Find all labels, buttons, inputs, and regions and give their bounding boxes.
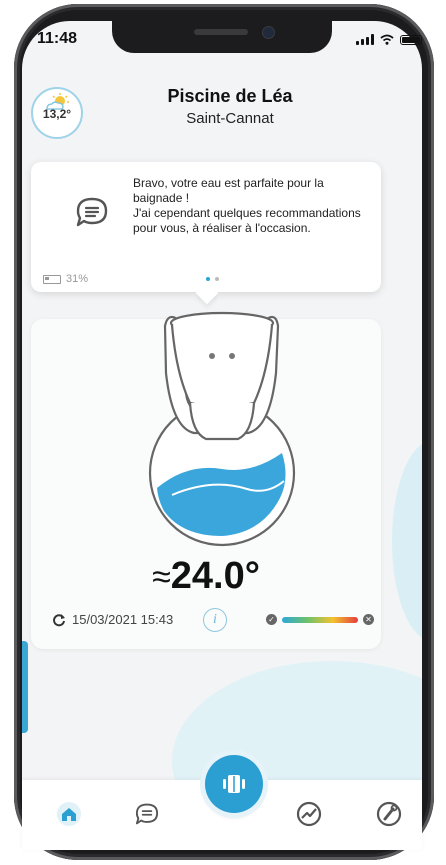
background-decoration: [392, 441, 422, 641]
pool-city: Saint-Cannat: [186, 110, 274, 127]
tab-maintenance[interactable]: [372, 797, 406, 831]
approx-symbol: ≈: [152, 558, 171, 596]
maintenance-icon: [376, 801, 402, 827]
refresh-icon[interactable]: [52, 613, 66, 627]
scale-gradient-bar: [282, 616, 358, 623]
last-update-date: 15/03/2021 15:43: [72, 612, 174, 627]
wifi-icon: [380, 34, 394, 45]
analysis-icon: [296, 801, 322, 827]
weather-badge[interactable]: 13,2°: [31, 87, 83, 139]
status-icons: [356, 34, 422, 45]
pager-dot[interactable]: [215, 277, 219, 281]
side-drawer-handle[interactable]: [22, 641, 28, 733]
cross-icon: ✕: [363, 614, 374, 625]
chat-icon: [76, 197, 108, 227]
info-button[interactable]: i: [203, 608, 227, 632]
tab-advice[interactable]: [130, 797, 164, 831]
advice-text: Bravo, votre eau est parfaite pour la ba…: [133, 176, 369, 236]
status-time: 11:48: [37, 30, 78, 47]
battery-icon: [43, 274, 61, 284]
weather-temperature: 13,2°: [42, 107, 72, 121]
pager-dots[interactable]: [206, 277, 219, 281]
camera: [262, 26, 275, 39]
battery-icon: [400, 34, 422, 45]
signal-icon: [356, 34, 374, 45]
quality-scale: ✓ ✕: [266, 614, 374, 625]
pool-name: Piscine de Léa: [167, 86, 293, 106]
temperature-value: 24.0°: [170, 555, 260, 597]
tab-analysis[interactable]: [292, 797, 326, 831]
advice-line: Bravo, votre eau est parfaite pour la ba…: [133, 176, 324, 205]
home-icon: [57, 802, 81, 826]
speaker: [194, 29, 248, 35]
sensor-battery: 31%: [43, 273, 88, 285]
water-temperature: ≈24.0°: [31, 555, 381, 598]
advice-card[interactable]: Bravo, votre eau est parfaite pour la ba…: [31, 162, 381, 292]
tab-device-button[interactable]: [205, 755, 263, 813]
last-measure[interactable]: 15/03/2021 15:43: [52, 612, 173, 627]
chat-icon: [135, 803, 159, 825]
tab-home[interactable]: [52, 797, 86, 831]
notch: [112, 21, 332, 53]
device-icon: [223, 775, 245, 793]
sensor-device-illustration: [148, 311, 296, 547]
check-icon: ✓: [266, 614, 277, 625]
pager-dot[interactable]: [206, 277, 210, 281]
advice-line: J'ai cependant quelques recommandations …: [133, 206, 361, 235]
battery-level: 31%: [66, 273, 89, 285]
